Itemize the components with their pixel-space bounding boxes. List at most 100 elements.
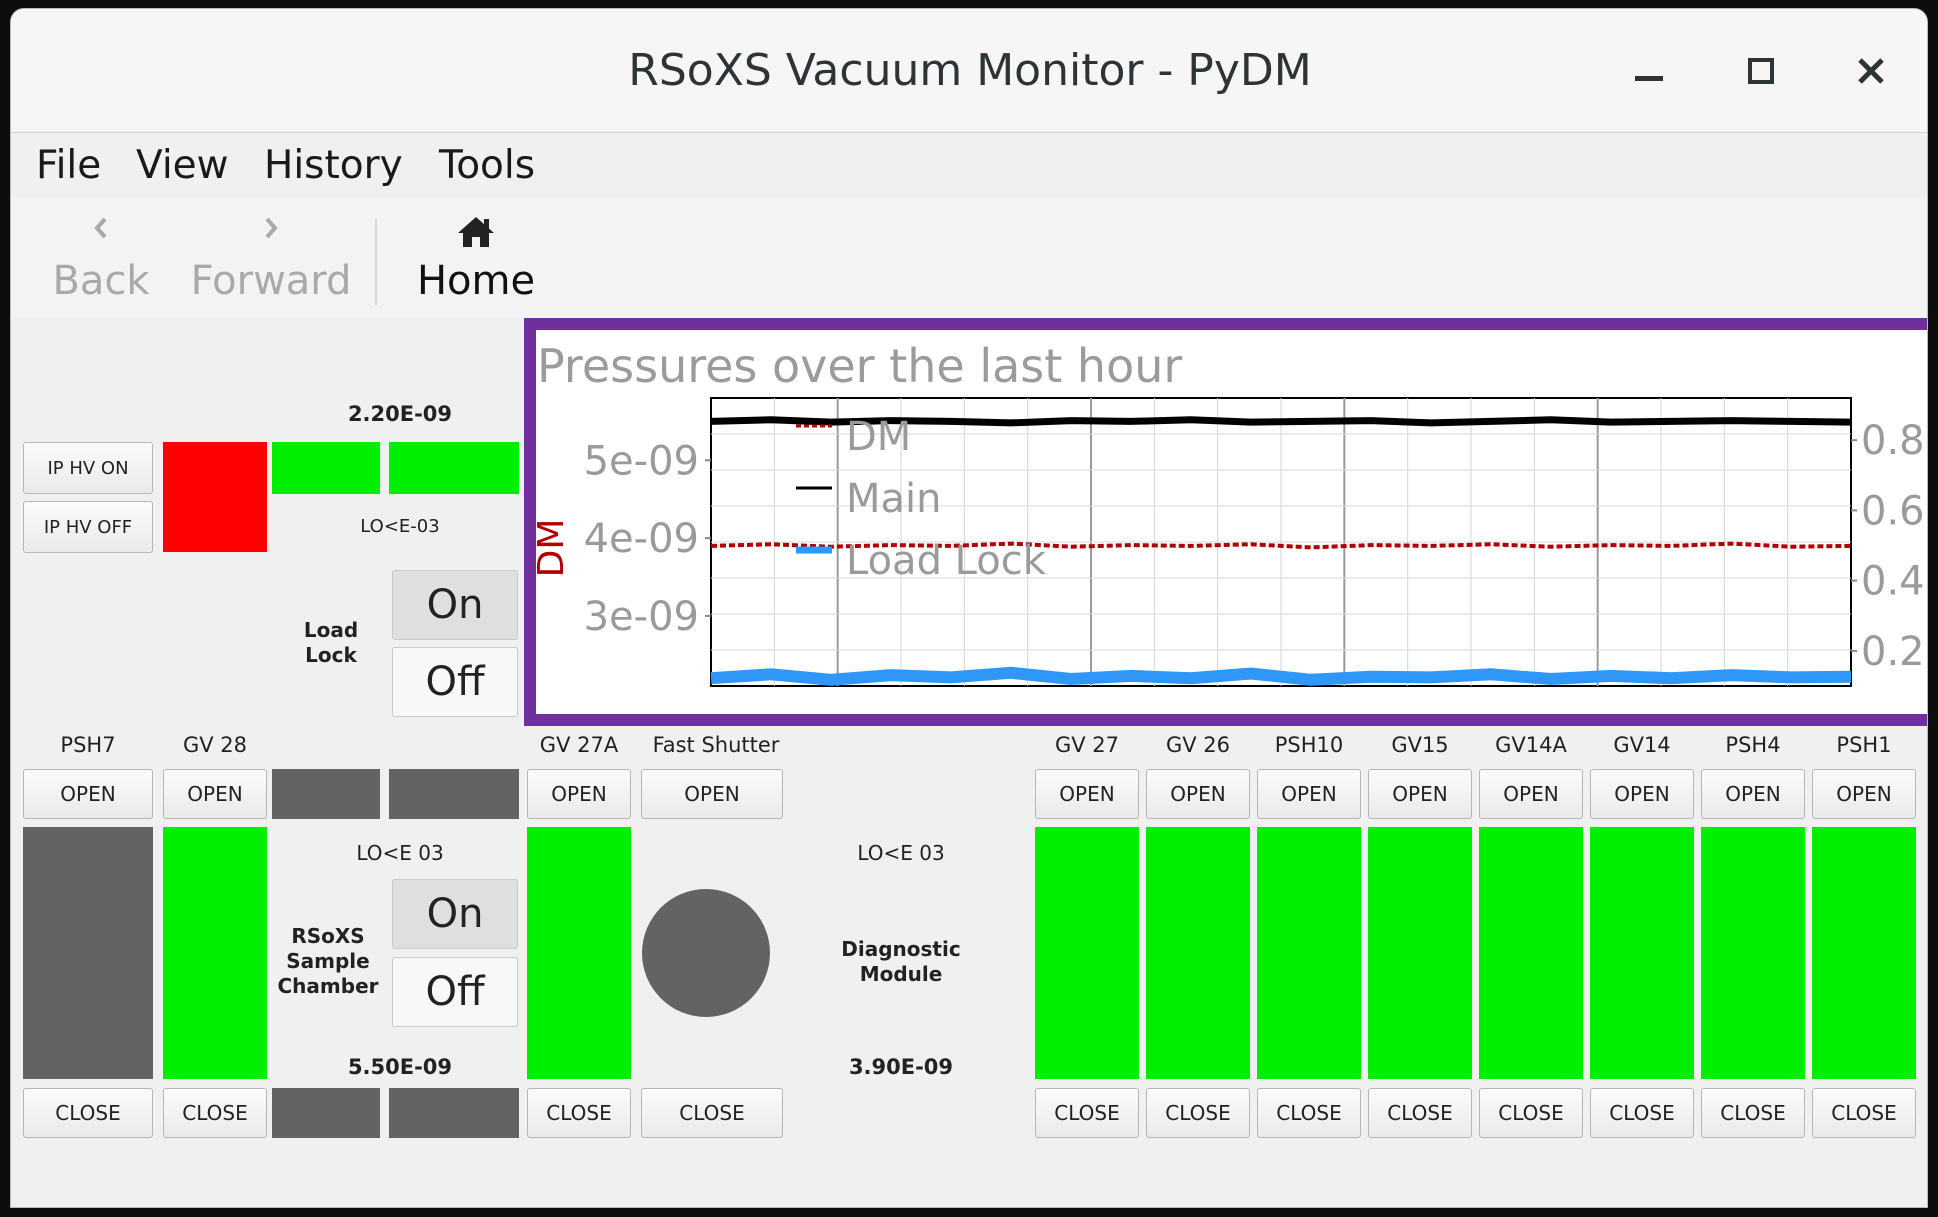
fast-shutter-status-indicator — [642, 889, 770, 1017]
menu-history[interactable]: History — [264, 135, 403, 197]
fast-shutter-open-button[interactable]: OPEN — [641, 769, 783, 819]
toolbar-separator — [375, 219, 377, 305]
forward-button[interactable]: Forward — [181, 197, 361, 317]
ip-hv-off-button[interactable]: IP HV OFF — [23, 501, 153, 553]
gv27a-status-indicator — [527, 827, 631, 1079]
ip-hv-on-button[interactable]: IP HV ON — [23, 442, 153, 494]
rsoxs-gauge-indicator-top-1 — [272, 769, 380, 819]
valve-name-gv28: GV 28 — [182, 733, 248, 757]
load-lock-gauge-indicator-2 — [389, 442, 519, 494]
gv14a-open-button[interactable]: OPEN — [1479, 769, 1583, 819]
maximize-icon — [1748, 58, 1774, 84]
y2-tick-label: 0.8 — [1861, 418, 1925, 464]
gv27-status-indicator — [1035, 827, 1139, 1079]
gv14-open-button[interactable]: OPEN — [1590, 769, 1694, 819]
legend-label-dm: DM — [846, 414, 911, 460]
valve-name-gv14a: GV14A — [1495, 733, 1567, 757]
gv15-status-indicator — [1368, 827, 1472, 1079]
rsoxs-gauge-indicator-bottom-1 — [272, 1088, 380, 1138]
gv26-close-button[interactable]: CLOSE — [1146, 1088, 1250, 1138]
chevron-left-icon — [94, 217, 107, 239]
psh7-close-button[interactable]: CLOSE — [23, 1088, 153, 1138]
gv27a-close-button[interactable]: CLOSE — [527, 1088, 631, 1138]
psh10-status-indicator — [1257, 827, 1361, 1079]
y2-tick-label: 0.2 — [1861, 629, 1925, 675]
gv15-open-button[interactable]: OPEN — [1368, 769, 1472, 819]
toolbar: Back Forward Home — [11, 197, 1927, 317]
close-window-button[interactable] — [1839, 39, 1903, 103]
load-lock-on-button[interactable]: On — [392, 570, 518, 640]
menu-file[interactable]: File — [36, 135, 101, 197]
chevron-right-icon — [265, 217, 278, 239]
psh4-open-button[interactable]: OPEN — [1701, 769, 1805, 819]
psh7-open-button[interactable]: OPEN — [23, 769, 153, 819]
psh10-close-button[interactable]: CLOSE — [1257, 1088, 1361, 1138]
close-icon — [1858, 58, 1884, 84]
psh10-open-button[interactable]: OPEN — [1257, 769, 1361, 819]
rsoxs-gauge-indicator-top-2 — [389, 769, 519, 819]
fast-shutter-close-button[interactable]: CLOSE — [641, 1088, 783, 1138]
load-lock-label: Load Lock — [303, 618, 359, 667]
gv14-close-button[interactable]: CLOSE — [1590, 1088, 1694, 1138]
load-lock-gauge-indicator-1 — [272, 442, 380, 494]
diagnostic-pressure-value: 3.90E-09 — [848, 1055, 954, 1079]
psh4-status-indicator — [1701, 827, 1805, 1079]
home-icon — [458, 217, 494, 247]
gv14-status-indicator — [1590, 827, 1694, 1079]
forward-label: Forward — [190, 258, 352, 304]
gv26-status-indicator — [1146, 827, 1250, 1079]
home-button[interactable]: Home — [406, 197, 546, 317]
load-lock-gauge-status: LO<E-03 — [360, 516, 440, 537]
valve-name-psh4: PSH4 — [1725, 733, 1781, 757]
valve-name-psh10: PSH10 — [1274, 733, 1344, 757]
menu-tools[interactable]: Tools — [439, 135, 535, 197]
rsoxs-sample-chamber-label: RSoXS Sample Chamber — [277, 924, 379, 998]
gv28-open-button[interactable]: OPEN — [163, 769, 267, 819]
title-bar: RSoXS Vacuum Monitor - PyDM — [11, 9, 1927, 133]
gv27-open-button[interactable]: OPEN — [1035, 769, 1139, 819]
back-button[interactable]: Back — [41, 197, 161, 317]
rsoxs-off-button[interactable]: Off — [392, 957, 518, 1027]
legend-label-load-lock: Load Lock — [846, 538, 1047, 584]
gv14a-close-button[interactable]: CLOSE — [1479, 1088, 1583, 1138]
valve-name-gv14: GV14 — [1613, 733, 1671, 757]
y-tick-label: 3e-09 — [584, 594, 699, 640]
valve-name-gv27a: GV 27A — [539, 733, 619, 757]
pressure-chart[interactable]: 5e-09 4e-09 3e-09 0.8 0.6 0.4 0.2 DM DM Main Load … — [536, 330, 1926, 714]
back-label: Back — [52, 258, 150, 304]
y-tick-label: 4e-09 — [584, 516, 699, 562]
gv26-open-button[interactable]: OPEN — [1146, 769, 1250, 819]
valve-name-gv26: GV 26 — [1165, 733, 1231, 757]
series-line-load-lock — [710, 666, 1852, 686]
legend-label-main: Main — [846, 476, 942, 522]
menu-bar: File View History Tools — [11, 135, 1927, 197]
psh4-close-button[interactable]: CLOSE — [1701, 1088, 1805, 1138]
diagnostic-gauge-status: LO<E 03 — [857, 841, 945, 865]
menu-view[interactable]: View — [136, 135, 229, 197]
rsoxs-pressure-value: 5.50E-09 — [347, 1055, 453, 1079]
minimize-icon — [1635, 75, 1663, 81]
minimize-button[interactable] — [1617, 39, 1681, 103]
rsoxs-on-button[interactable]: On — [392, 879, 518, 949]
gv28-close-button[interactable]: CLOSE — [163, 1088, 267, 1138]
app-window: RSoXS Vacuum Monitor - PyDM File View Hi… — [10, 8, 1928, 1208]
psh1-open-button[interactable]: OPEN — [1812, 769, 1916, 819]
psh1-close-button[interactable]: CLOSE — [1812, 1088, 1916, 1138]
load-lock-pressure-value: 2.20E-09 — [347, 402, 453, 426]
gv14a-status-indicator — [1479, 827, 1583, 1079]
load-lock-off-button[interactable]: Off — [392, 647, 518, 717]
y-axis-label: DM — [536, 519, 572, 578]
y2-tick-label: 0.6 — [1861, 488, 1925, 534]
rsoxs-gauge-status: LO<E 03 — [356, 841, 444, 865]
maximize-button[interactable] — [1729, 39, 1793, 103]
y2-tick-label: 0.4 — [1861, 559, 1925, 605]
ion-pump-status-indicator — [163, 442, 267, 552]
gv28-status-indicator — [163, 827, 267, 1079]
y-tick-label: 5e-09 — [584, 438, 699, 484]
diagnostic-module-label: Diagnostic Module — [841, 937, 961, 986]
valve-name-psh1: PSH1 — [1836, 733, 1892, 757]
gv27-close-button[interactable]: CLOSE — [1035, 1088, 1139, 1138]
psh1-status-indicator — [1812, 827, 1916, 1079]
gv27a-open-button[interactable]: OPEN — [527, 769, 631, 819]
gv15-close-button[interactable]: CLOSE — [1368, 1088, 1472, 1138]
